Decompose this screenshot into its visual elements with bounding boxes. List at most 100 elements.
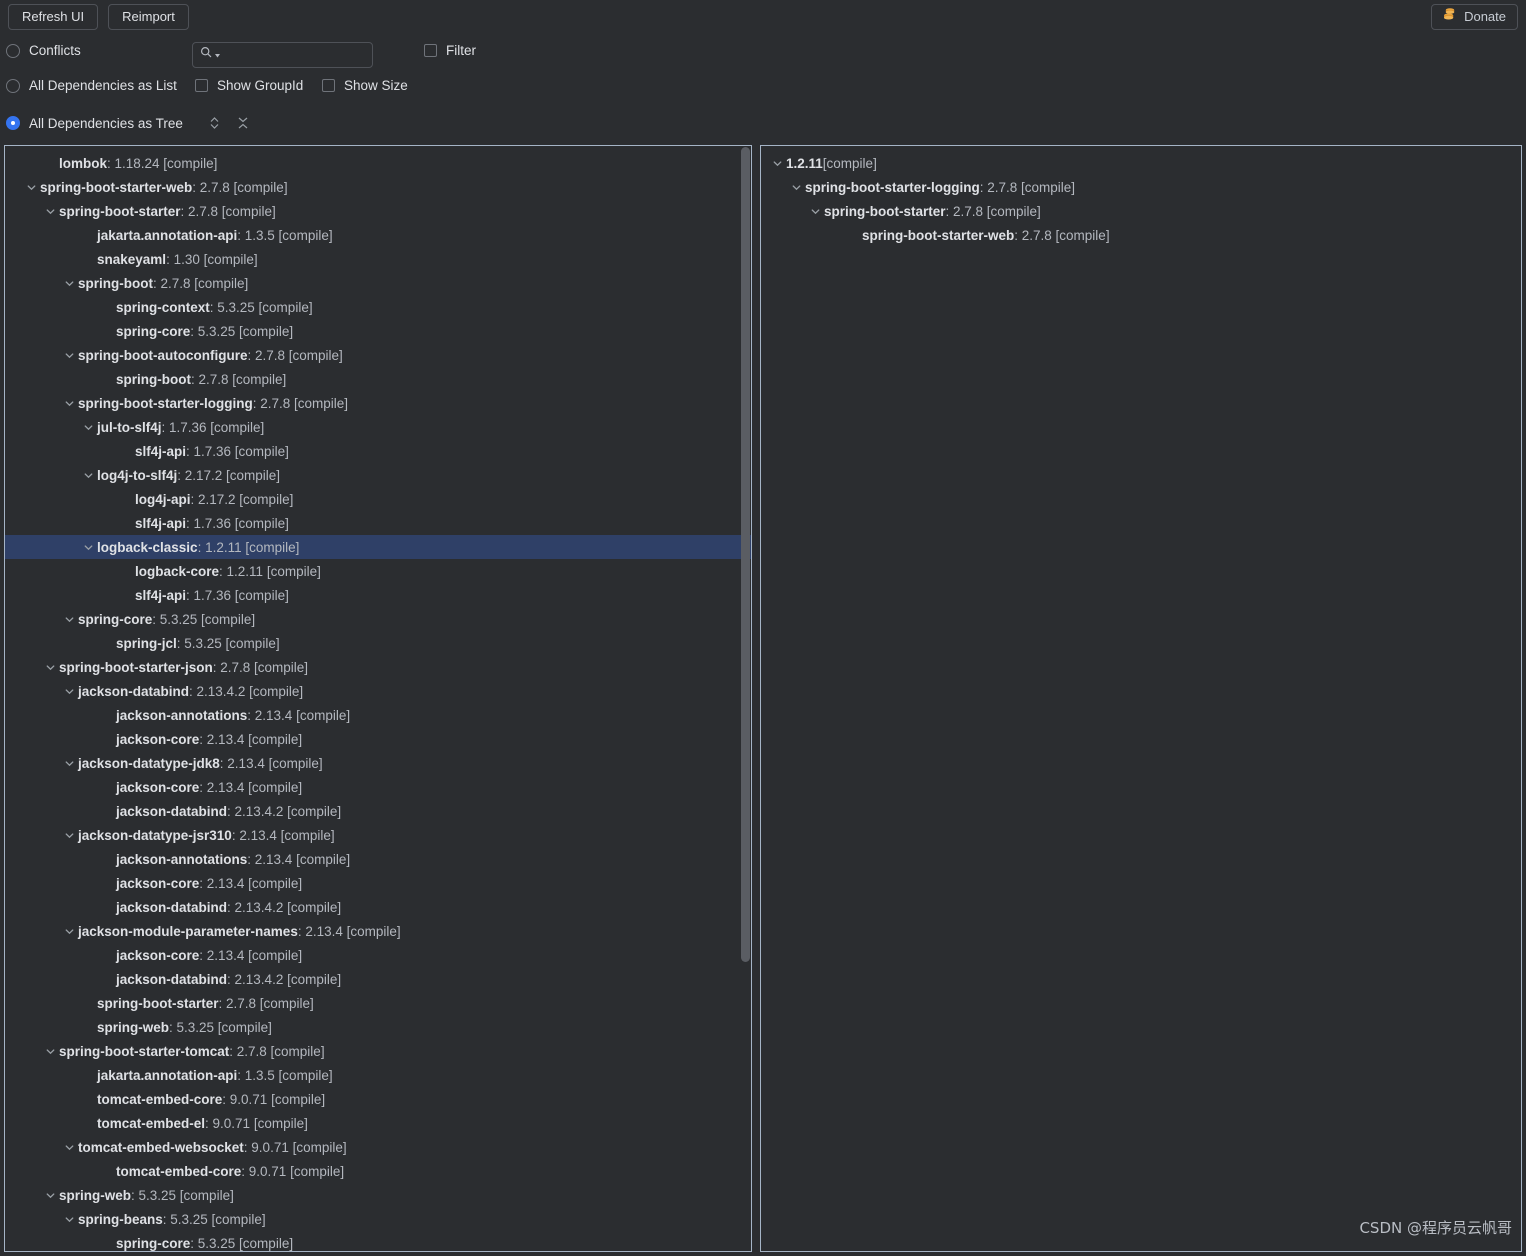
tree-node[interactable]: spring-jcl : 5.3.25 [compile]	[5, 631, 751, 655]
tree-node-version-scope: : 5.3.25 [compile]	[176, 635, 280, 651]
tree-node[interactable]: spring-boot-starter-web : 2.7.8 [compile…	[761, 223, 1521, 247]
tree-node[interactable]: slf4j-api : 1.7.36 [compile]	[5, 583, 751, 607]
tree-node[interactable]: tomcat-embed-websocket : 9.0.71 [compile…	[5, 1135, 751, 1159]
expand-all-icon[interactable]	[205, 113, 225, 133]
tree-node[interactable]: tomcat-embed-core : 9.0.71 [compile]	[5, 1087, 751, 1111]
tree-node[interactable]: spring-web : 5.3.25 [compile]	[5, 1183, 751, 1207]
tree-node[interactable]: snakeyaml : 1.30 [compile]	[5, 247, 751, 271]
radio-all-dependencies-as-list[interactable]: All Dependencies as List	[6, 78, 177, 93]
chevron-down-icon[interactable]	[61, 279, 78, 288]
tree-node[interactable]: spring-web : 5.3.25 [compile]	[5, 1015, 751, 1039]
reverse-dependency-panel[interactable]: 1.2.11 [compile] spring-boot-starter-logg…	[760, 145, 1522, 1252]
chevron-down-icon[interactable]	[61, 1143, 78, 1152]
tree-node[interactable]: jackson-module-parameter-names : 2.13.4 …	[5, 919, 751, 943]
tree-node[interactable]: jackson-databind : 2.13.4.2 [compile]	[5, 967, 751, 991]
tree-node[interactable]: spring-boot-starter : 2.7.8 [compile]	[5, 199, 751, 223]
collapse-all-icon[interactable]	[233, 113, 253, 133]
tree-node[interactable]: spring-core : 5.3.25 [compile]	[5, 607, 751, 631]
chevron-down-icon[interactable]	[61, 831, 78, 840]
tree-node[interactable]: spring-boot-starter-tomcat : 2.7.8 [comp…	[5, 1039, 751, 1063]
tree-node[interactable]: slf4j-api : 1.7.36 [compile]	[5, 439, 751, 463]
tree-node[interactable]: jackson-databind : 2.13.4.2 [compile]	[5, 799, 751, 823]
chevron-down-icon[interactable]	[788, 183, 805, 192]
tree-node[interactable]: spring-boot-starter : 2.7.8 [compile]	[761, 199, 1521, 223]
donate-button[interactable]: Donate	[1431, 4, 1518, 30]
chevron-down-icon[interactable]	[61, 759, 78, 768]
tree-node[interactable]: spring-boot : 2.7.8 [compile]	[5, 367, 751, 391]
tree-node[interactable]: spring-boot-starter-web : 2.7.8 [compile…	[5, 175, 751, 199]
tree-node[interactable]: jackson-core : 2.13.4 [compile]	[5, 943, 751, 967]
tree-node[interactable]: spring-boot-autoconfigure : 2.7.8 [compi…	[5, 343, 751, 367]
chevron-down-icon[interactable]	[42, 207, 59, 216]
chevron-down-icon[interactable]	[61, 615, 78, 624]
chevron-down-icon[interactable]	[807, 207, 824, 216]
dependency-tree-panel[interactable]: lombok : 1.18.24 [compile] spring-boot-st…	[4, 145, 752, 1252]
tree-node-version-scope: : 2.7.8 [compile]	[229, 1043, 325, 1059]
tree-node[interactable]: spring-beans : 5.3.25 [compile]	[5, 1207, 751, 1231]
tree-node[interactable]: lombok : 1.18.24 [compile]	[5, 151, 751, 175]
tree-node[interactable]: spring-boot-starter-logging : 2.7.8 [com…	[761, 175, 1521, 199]
tree-node[interactable]: spring-boot-starter-json : 2.7.8 [compil…	[5, 655, 751, 679]
dependency-tree[interactable]: lombok : 1.18.24 [compile] spring-boot-st…	[5, 151, 751, 1251]
chevron-down-icon[interactable]	[80, 423, 97, 432]
tree-node[interactable]: jackson-core : 2.13.4 [compile]	[5, 775, 751, 799]
search-input[interactable]	[221, 47, 361, 63]
tree-node[interactable]: jackson-annotations : 2.13.4 [compile]	[5, 703, 751, 727]
tree-node-version-scope: : 1.2.11 [compile]	[197, 539, 300, 555]
tree-node[interactable]: spring-boot-starter-logging : 2.7.8 [com…	[5, 391, 751, 415]
chevron-down-icon[interactable]	[61, 1215, 78, 1224]
tree-node-artifact: lombok	[59, 155, 108, 171]
tree-node[interactable]: spring-context : 5.3.25 [compile]	[5, 295, 751, 319]
chevron-down-icon[interactable]	[61, 399, 78, 408]
chevron-down-icon[interactable]	[23, 183, 40, 192]
tree-node[interactable]: logback-core : 1.2.11 [compile]	[5, 559, 751, 583]
tree-node[interactable]: jakarta.annotation-api : 1.3.5 [compile]	[5, 223, 751, 247]
tree-node[interactable]: logback-classic : 1.2.11 [compile]	[5, 535, 751, 559]
search-field[interactable]	[192, 42, 373, 68]
tree-node[interactable]: log4j-api : 2.17.2 [compile]	[5, 487, 751, 511]
chevron-down-icon[interactable]	[61, 687, 78, 696]
chevron-down-icon[interactable]	[42, 663, 59, 672]
tree-node-version-scope: : 2.7.8 [compile]	[979, 179, 1076, 195]
radio-all-dependencies-as-tree-label: All Dependencies as Tree	[29, 115, 183, 131]
tree-node-artifact: 1.2.11	[786, 155, 823, 171]
tree-node[interactable]: jackson-datatype-jsr310 : 2.13.4 [compil…	[5, 823, 751, 847]
tree-node-artifact: log4j-api	[135, 491, 191, 507]
tree-node[interactable]: 1.2.11 [compile]	[761, 151, 1521, 175]
tree-node[interactable]: spring-boot : 2.7.8 [compile]	[5, 271, 751, 295]
refresh-ui-button[interactable]: Refresh UI	[8, 4, 99, 30]
checkbox-show-groupid[interactable]: Show GroupId	[195, 78, 303, 93]
tree-node[interactable]: log4j-to-slf4j : 2.17.2 [compile]	[5, 463, 751, 487]
tree-node[interactable]: jakarta.annotation-api : 1.3.5 [compile]	[5, 1063, 751, 1087]
chevron-down-icon[interactable]	[80, 543, 97, 552]
tree-node[interactable]: tomcat-embed-core : 9.0.71 [compile]	[5, 1159, 751, 1183]
tree-node[interactable]: jackson-core : 2.13.4 [compile]	[5, 871, 751, 895]
radio-conflicts[interactable]: Conflicts	[6, 43, 81, 58]
left-tree-scrollbar-thumb[interactable]	[741, 147, 750, 962]
chevron-down-icon[interactable]	[42, 1047, 59, 1056]
tree-node[interactable]: spring-core : 5.3.25 [compile]	[5, 319, 751, 343]
checkbox-filter[interactable]: Filter	[424, 43, 476, 58]
chevron-down-icon[interactable]	[61, 351, 78, 360]
reimport-button[interactable]: Reimport	[108, 4, 189, 30]
tree-option-row: All Dependencies as Tree	[6, 113, 253, 133]
tree-node[interactable]: jul-to-slf4j : 1.7.36 [compile]	[5, 415, 751, 439]
radio-all-dependencies-as-list-indicator	[6, 78, 20, 93]
tree-node[interactable]: spring-core : 5.3.25 [compile]	[5, 1231, 751, 1251]
tree-node[interactable]: jackson-annotations : 2.13.4 [compile]	[5, 847, 751, 871]
search-dropdown-arrow-icon[interactable]	[214, 46, 221, 64]
chevron-down-icon[interactable]	[61, 927, 78, 936]
tree-node[interactable]: jackson-databind : 2.13.4.2 [compile]	[5, 679, 751, 703]
reverse-dependency-tree[interactable]: 1.2.11 [compile] spring-boot-starter-logg…	[761, 151, 1521, 247]
chevron-down-icon[interactable]	[80, 471, 97, 480]
tree-node[interactable]: spring-boot-starter : 2.7.8 [compile]	[5, 991, 751, 1015]
checkbox-show-size[interactable]: Show Size	[322, 78, 408, 93]
tree-node[interactable]: tomcat-embed-el : 9.0.71 [compile]	[5, 1111, 751, 1135]
tree-node[interactable]: slf4j-api : 1.7.36 [compile]	[5, 511, 751, 535]
chevron-down-icon[interactable]	[42, 1191, 59, 1200]
chevron-down-icon[interactable]	[769, 159, 786, 168]
tree-node[interactable]: jackson-datatype-jdk8 : 2.13.4 [compile]	[5, 751, 751, 775]
tree-node[interactable]: jackson-core : 2.13.4 [compile]	[5, 727, 751, 751]
radio-all-dependencies-as-tree[interactable]: All Dependencies as Tree	[6, 116, 183, 131]
tree-node[interactable]: jackson-databind : 2.13.4.2 [compile]	[5, 895, 751, 919]
